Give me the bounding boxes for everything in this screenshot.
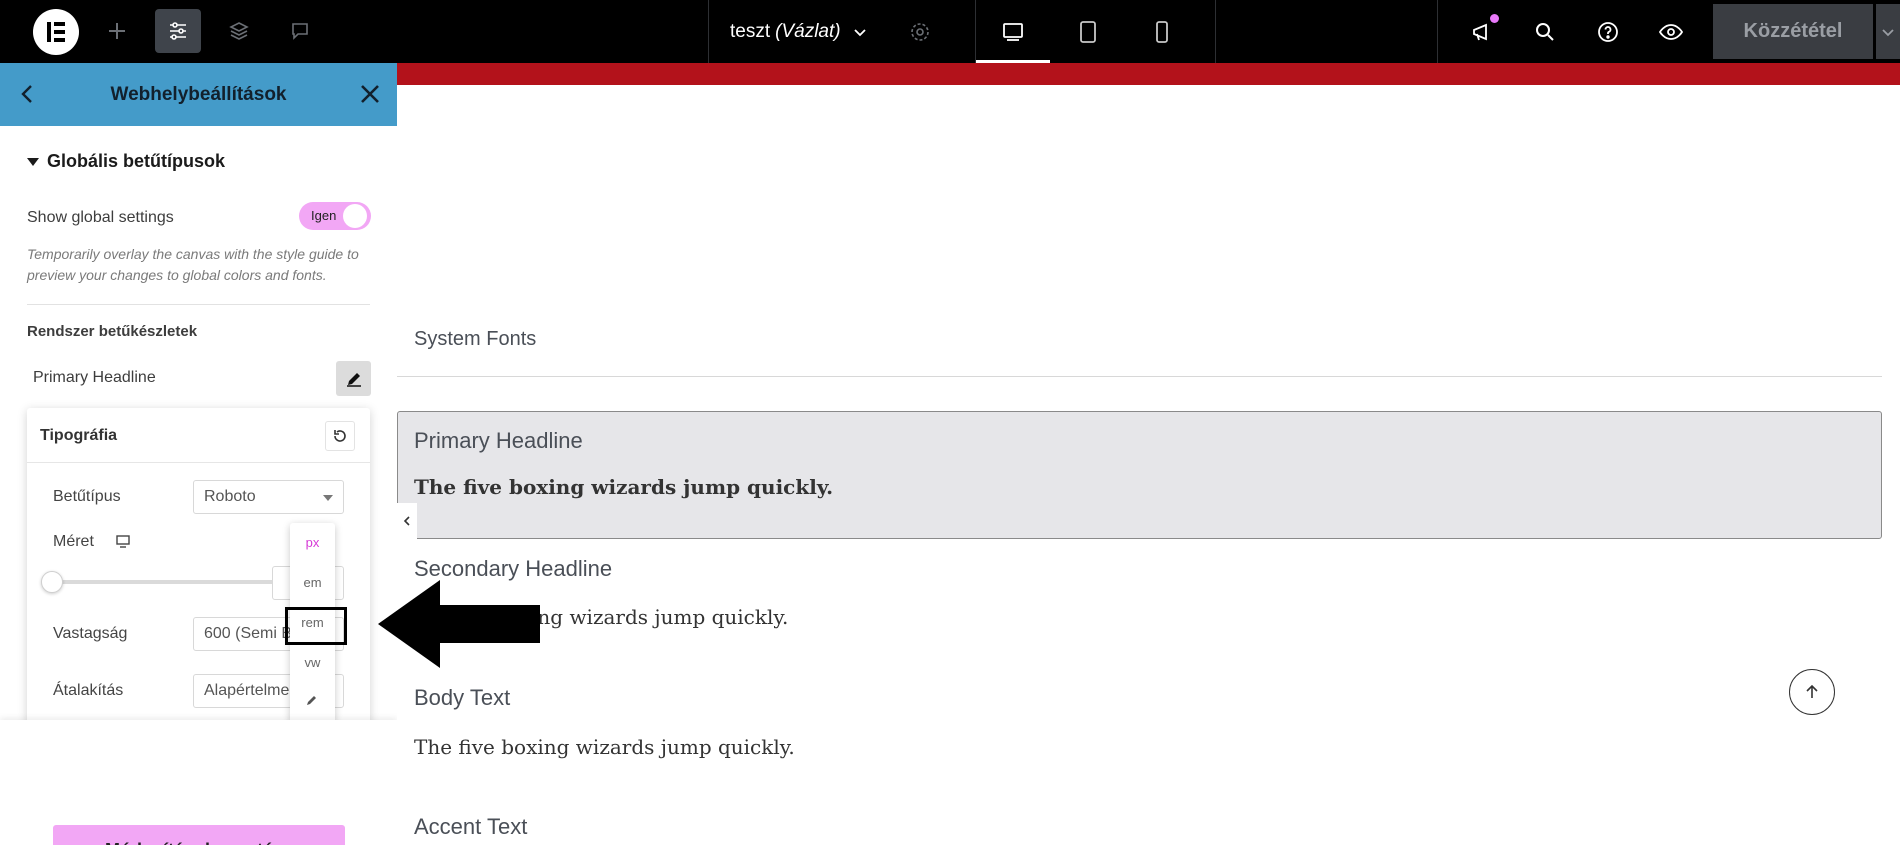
help-icon[interactable] [1578,0,1638,63]
primary-headline-title: Primary Headline [414,428,583,453]
publish-button[interactable]: Közzététel [1713,4,1873,59]
font-family-select[interactable]: Roboto [193,480,344,514]
megaphone-icon[interactable] [1452,0,1512,63]
layers-icon[interactable] [216,9,262,53]
show-global-settings-label: Show global settings [27,209,174,226]
font-family-label: Betűtípus [53,488,121,505]
header-band [397,63,1900,85]
size-slider-handle[interactable] [41,571,63,593]
page-status: (Vázlat) [775,20,841,42]
size-label: Méret [53,533,94,550]
title-divider [397,376,1882,377]
settings-sliders-icon[interactable] [155,9,201,53]
accent-text-title: Accent Text [414,814,528,839]
primary-headline-sample: The five boxing wizards jump quickly. [414,475,834,499]
separator [708,0,709,63]
publish-options-chevron-icon[interactable] [1876,4,1900,59]
global-fonts-section-toggle[interactable]: Globális betűtípusok [27,151,225,172]
close-icon[interactable] [357,81,383,107]
separator [1437,0,1438,63]
custom-unit-pencil-icon[interactable] [305,693,319,712]
separator [1215,0,1216,63]
show-global-settings-toggle[interactable]: Igen [299,202,371,230]
primary-headline-label: Primary Headline [33,369,156,386]
system-fonts-heading: Rendszer betűkészletek [27,323,198,340]
save-changes-button[interactable]: Módosítások mentése [53,825,345,845]
unit-option-px[interactable]: px [290,535,335,550]
arrow-up-icon[interactable] [1789,669,1835,715]
panel-title: Webhelybeállítások [110,84,287,105]
body-text-title: Body Text [414,685,511,710]
search-icon[interactable] [1515,0,1575,63]
toggle-knob [343,204,367,228]
elementor-logo-icon[interactable] [33,9,79,55]
collapse-panel-chevron-icon[interactable] [397,503,417,539]
preview-canvas: System Fonts Primary Headline The five b… [397,63,1900,845]
popover-title: Tipográfia [40,427,118,444]
help-text: Temporarily overlay the canvas with the … [27,246,359,283]
transform-value: Alapértelmez [204,682,298,699]
chevron-down-icon[interactable] [853,25,867,39]
size-slider-track[interactable] [52,580,284,584]
rem-highlight-box [285,607,347,645]
eye-icon[interactable] [1641,0,1701,63]
back-arrow-icon[interactable] [15,81,41,107]
panel-header: Webhelybeállítások [0,63,397,126]
unit-option-vw[interactable]: vw [290,655,335,670]
save-area: Módosítások mentése [0,720,397,845]
top-bar: teszt (Vázlat) Közzététel [0,0,1900,63]
secondary-headline-title: Secondary Headline [414,556,613,581]
caret-down-icon [27,157,39,166]
page-name: teszt [730,20,771,42]
pointer-arrow-icon [378,580,540,668]
pencil-icon[interactable] [336,361,371,396]
desktop-icon[interactable] [976,0,1050,63]
section-title: Globális betűtípusok [47,151,226,171]
transform-label: Átalakítás [53,682,124,699]
monitor-icon[interactable] [115,533,131,554]
style-guide-overlay [397,313,1900,845]
tablet-icon[interactable] [1051,0,1125,63]
mobile-icon[interactable] [1125,0,1199,63]
divider [27,304,370,305]
caret-down-icon [323,495,333,501]
comment-icon[interactable] [277,9,323,53]
weight-value: 600 (Semi B [204,625,293,642]
page-title[interactable]: teszt (Vázlat) [730,0,867,63]
notification-dot [1490,14,1499,23]
font-family-value: Roboto [204,488,256,505]
reset-icon[interactable] [325,421,355,451]
site-settings-panel: Webhelybeállítások Globális betűtípusok … [0,63,397,845]
toggle-label: Igen [311,208,337,223]
secondary-headline-sample: ing wizards jump quickly. [531,605,789,629]
plus-icon[interactable] [94,9,140,53]
popover-header: Tipográfia [27,408,370,463]
system-fonts-title: System Fonts [414,328,537,350]
gear-icon[interactable] [890,0,950,63]
unit-option-em[interactable]: em [290,575,335,590]
body-text-sample: The five boxing wizards jump quickly. [414,735,795,759]
weight-label: Vastagság [53,625,128,642]
